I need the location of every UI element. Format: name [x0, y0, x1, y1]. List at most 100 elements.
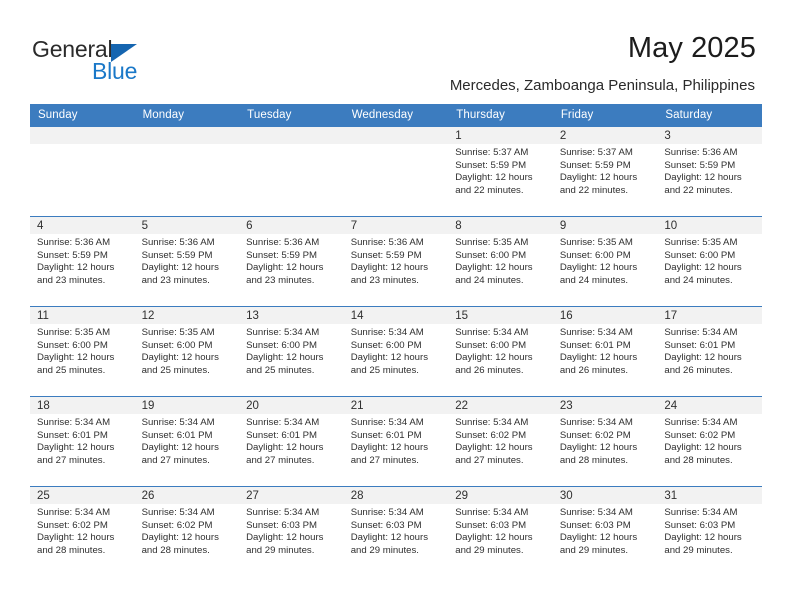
page-title: May 2025: [627, 32, 756, 64]
sunrise-time: Sunrise: 5:37 AM: [455, 147, 529, 158]
calendar-day-cell[interactable]: 23 Sunrise: 5:34 AM Sunset: 6:02 PM Dayligh…: [552, 396, 658, 487]
day-details: Sunrise: 5:35 AM Sunset: 6:00 PM Daylight:…: [553, 234, 658, 287]
day-details: Sunrise: 5:34 AM Sunset: 6:00 PM Daylight:…: [239, 324, 344, 377]
calendar-day-cell[interactable]: 30 Sunrise: 5:34 AM Sunset: 6:03 PM Dayligh…: [552, 486, 658, 577]
day-number: 10: [657, 217, 762, 234]
calendar-day-cell[interactable]: 19 Sunrise: 5:34 AM Sunset: 6:01 PM Dayligh…: [134, 396, 240, 487]
daylight-duration-line2: and 28 minutes.: [559, 454, 629, 466]
calendar-cell-inner: 31 Sunrise: 5:34 AM Sunset: 6:03 PM Dayligh…: [657, 487, 762, 577]
day-details: Sunrise: 5:34 AM Sunset: 6:01 PM Daylight:…: [239, 414, 344, 467]
calendar-day-cell[interactable]: 16 Sunrise: 5:34 AM Sunset: 6:01 PM Dayligh…: [552, 306, 658, 397]
day-number: 14: [343, 307, 449, 324]
calendar-day-cell[interactable]: 8 Sunrise: 5:35 AM Sunset: 6:00 PM Daylight…: [448, 216, 553, 307]
day-details: Sunrise: 5:34 AM Sunset: 6:01 PM Daylight:…: [657, 324, 762, 377]
sunset-time: Sunset: 6:00 PM: [455, 249, 527, 261]
day-number: 12: [134, 307, 240, 324]
daylight-duration-line1: Daylight: 12 hours: [350, 352, 429, 364]
sunset-time: Sunset: 5:59 PM: [37, 249, 108, 261]
calendar-day-cell[interactable]: 25 Sunrise: 5:34 AM Sunset: 6:02 PM Dayligh…: [30, 486, 135, 577]
calendar-day-cell[interactable]: 3 Sunrise: 5:36 AM Sunset: 5:59 PM Daylight…: [657, 126, 762, 217]
calendar-day-cell[interactable]: 31 Sunrise: 5:34 AM Sunset: 6:03 PM Dayligh…: [657, 486, 762, 577]
calendar-day-cell[interactable]: 17 Sunrise: 5:34 AM Sunset: 6:01 PM Dayligh…: [657, 306, 762, 397]
day-number: 18: [30, 397, 135, 414]
calendar-day-cell[interactable]: 15 Sunrise: 5:34 AM Sunset: 6:00 PM Dayligh…: [448, 306, 553, 397]
calendar-day-cell[interactable]: 12 Sunrise: 5:35 AM Sunset: 6:00 PM Dayligh…: [134, 306, 240, 397]
sunset-time: Sunset: 6:02 PM: [559, 429, 631, 441]
calendar-cell-empty: [343, 126, 449, 217]
sunrise-time: Sunrise: 5:34 AM: [559, 327, 633, 338]
day-details: Sunrise: 5:35 AM Sunset: 6:00 PM Daylight:…: [135, 324, 240, 377]
calendar-day-cell[interactable]: 18 Sunrise: 5:34 AM Sunset: 6:01 PM Dayligh…: [30, 396, 135, 487]
calendar-day-cell[interactable]: 1 Sunrise: 5:37 AM Sunset: 5:59 PM Daylight…: [448, 126, 553, 217]
sunset-time: Sunset: 5:59 PM: [664, 159, 736, 171]
brand-logo[interactable]: General Blue: [32, 36, 212, 90]
calendar-day-cell[interactable]: 28 Sunrise: 5:34 AM Sunset: 6:03 PM Dayligh…: [343, 486, 449, 577]
sunset-time: Sunset: 6:01 PM: [246, 429, 318, 441]
calendar-day-cell[interactable]: 9 Sunrise: 5:35 AM Sunset: 6:00 PM Daylight…: [552, 216, 658, 307]
daylight-duration-line1: Daylight: 12 hours: [141, 262, 219, 274]
day-number: 17: [657, 307, 762, 324]
day-number: 24: [657, 397, 762, 414]
calendar-day-cell[interactable]: 24 Sunrise: 5:34 AM Sunset: 6:02 PM Dayligh…: [657, 396, 762, 487]
calendar-cell-inner: 9 Sunrise: 5:35 AM Sunset: 6:00 PM Daylight…: [552, 217, 658, 306]
daylight-duration-line2: and 28 minutes.: [141, 544, 210, 556]
sunset-time: Sunset: 6:00 PM: [455, 339, 527, 351]
calendar-page: General Blue May 2025 Mercedes, Zamboang…: [0, 0, 792, 612]
day-number: 8: [448, 217, 553, 234]
brand-name-blue: Blue: [92, 58, 138, 84]
daylight-duration-line2: and 29 minutes.: [350, 544, 419, 556]
day-number: 19: [134, 397, 240, 414]
sunrise-time: Sunrise: 5:36 AM: [350, 237, 424, 248]
sunset-time: Sunset: 5:59 PM: [559, 159, 631, 171]
day-details: Sunrise: 5:34 AM Sunset: 6:03 PM Daylight:…: [448, 504, 553, 557]
calendar-cell-inner: [134, 127, 240, 216]
daylight-duration-line1: Daylight: 12 hours: [246, 442, 324, 454]
calendar-day-cell[interactable]: 26 Sunrise: 5:34 AM Sunset: 6:02 PM Dayligh…: [134, 486, 240, 577]
calendar-day-cell[interactable]: 11 Sunrise: 5:35 AM Sunset: 6:00 PM Dayligh…: [30, 306, 135, 397]
daylight-duration-line2: and 23 minutes.: [37, 274, 106, 286]
daylight-duration-line2: and 27 minutes.: [37, 454, 106, 466]
daylight-duration-line2: and 29 minutes.: [559, 544, 629, 556]
calendar-day-cell[interactable]: 10 Sunrise: 5:35 AM Sunset: 6:00 PM Dayligh…: [657, 216, 762, 307]
day-number: 15: [448, 307, 553, 324]
calendar-day-cell[interactable]: 20 Sunrise: 5:34 AM Sunset: 6:01 PM Dayligh…: [239, 396, 344, 487]
calendar-day-cell[interactable]: 5 Sunrise: 5:36 AM Sunset: 5:59 PM Daylight…: [134, 216, 240, 307]
daylight-duration-line2: and 27 minutes.: [455, 454, 524, 466]
calendar-cell-inner: 28 Sunrise: 5:34 AM Sunset: 6:03 PM Dayligh…: [343, 487, 449, 577]
day-number: 20: [239, 397, 344, 414]
daylight-duration-line1: Daylight: 12 hours: [455, 172, 533, 184]
day-details: Sunrise: 5:34 AM Sunset: 6:03 PM Daylight:…: [553, 504, 658, 557]
sunset-time: Sunset: 6:01 PM: [37, 429, 108, 441]
daylight-duration-line1: Daylight: 12 hours: [141, 442, 219, 454]
calendar-day-cell[interactable]: 7 Sunrise: 5:36 AM Sunset: 5:59 PM Daylight…: [343, 216, 449, 307]
day-details: Sunrise: 5:37 AM Sunset: 5:59 PM Daylight:…: [448, 144, 553, 197]
calendar-day-cell[interactable]: 14 Sunrise: 5:34 AM Sunset: 6:00 PM Dayligh…: [343, 306, 449, 397]
calendar-day-cell[interactable]: 4 Sunrise: 5:36 AM Sunset: 5:59 PM Daylight…: [30, 216, 135, 307]
weekday-header-row: Sunday Monday Tuesday Wednesday Thursday…: [30, 104, 762, 127]
sunrise-time: Sunrise: 5:34 AM: [455, 327, 529, 338]
calendar-day-cell[interactable]: 22 Sunrise: 5:34 AM Sunset: 6:02 PM Dayligh…: [448, 396, 553, 487]
daylight-duration-line1: Daylight: 12 hours: [664, 262, 742, 274]
calendar-day-cell[interactable]: 29 Sunrise: 5:34 AM Sunset: 6:03 PM Dayligh…: [448, 486, 553, 577]
calendar-cell-inner: 23 Sunrise: 5:34 AM Sunset: 6:02 PM Dayligh…: [552, 397, 658, 486]
calendar-day-cell[interactable]: 2 Sunrise: 5:37 AM Sunset: 5:59 PM Daylight…: [552, 126, 658, 217]
calendar-day-cell[interactable]: 21 Sunrise: 5:34 AM Sunset: 6:01 PM Dayligh…: [343, 396, 449, 487]
day-number: 1: [448, 127, 553, 144]
calendar-cell-inner: 27 Sunrise: 5:34 AM Sunset: 6:03 PM Dayligh…: [239, 487, 344, 577]
sunrise-time: Sunrise: 5:37 AM: [559, 147, 633, 158]
day-number: [30, 127, 135, 144]
daylight-duration-line2: and 29 minutes.: [664, 544, 733, 556]
calendar-day-cell[interactable]: 6 Sunrise: 5:36 AM Sunset: 5:59 PM Daylight…: [239, 216, 344, 307]
day-number: 30: [552, 487, 658, 504]
daylight-duration-line1: Daylight: 12 hours: [664, 172, 742, 184]
calendar-day-cell[interactable]: 13 Sunrise: 5:34 AM Sunset: 6:00 PM Dayligh…: [239, 306, 344, 397]
weekday-header-tuesday: Tuesday: [239, 104, 344, 127]
daylight-duration-line2: and 29 minutes.: [246, 544, 315, 556]
calendar-cell-inner: 26 Sunrise: 5:34 AM Sunset: 6:02 PM Dayligh…: [134, 487, 240, 577]
sunset-time: Sunset: 6:03 PM: [350, 519, 422, 531]
calendar-day-cell[interactable]: 27 Sunrise: 5:34 AM Sunset: 6:03 PM Dayligh…: [239, 486, 344, 577]
daylight-duration-line2: and 24 minutes.: [559, 274, 629, 286]
day-number: 26: [134, 487, 240, 504]
calendar-cell-inner: 6 Sunrise: 5:36 AM Sunset: 5:59 PM Daylight…: [239, 217, 344, 306]
day-number: 7: [343, 217, 449, 234]
